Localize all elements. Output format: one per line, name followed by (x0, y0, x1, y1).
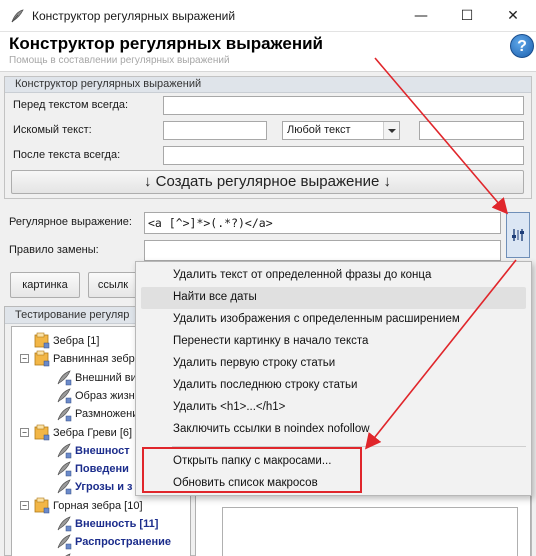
feather-app-icon (11, 9, 24, 23)
tree-node-label: Внешност (75, 444, 130, 457)
menu-item[interactable]: Перенести картинку в начало текста (141, 331, 526, 353)
tree-node-label: Зебра [1] (53, 335, 100, 347)
article-icon (57, 388, 72, 404)
macros-button[interactable] (506, 212, 530, 258)
collapse-toggle-icon[interactable]: − (20, 500, 29, 510)
menu-item[interactable]: Удалить текст от определенной фразы до к… (141, 265, 526, 287)
before-text-label: Перед текстом всегда: (13, 99, 129, 111)
regex-label: Регулярное выражение: (9, 216, 132, 228)
links-button[interactable]: ссылк (88, 272, 138, 298)
folder-icon (34, 497, 50, 513)
folder-icon (34, 350, 50, 367)
create-regex-button[interactable]: ↓ Создать регулярное выражение ↓ (11, 170, 524, 194)
builder-group-title: Конструктор регулярных выражений (5, 77, 531, 93)
search-type-select[interactable]: Любой текст (282, 121, 400, 140)
before-text-input[interactable] (163, 96, 524, 115)
article-icon (57, 516, 72, 532)
regex-input[interactable]: <a [^>]*>(.*?)</a> (144, 212, 501, 234)
page-subtitle: Помощь в составлении регулярных выражени… (9, 55, 230, 66)
collapse-toggle-icon[interactable]: − (20, 427, 29, 437)
tree-node-label: Образ жизн (75, 389, 135, 402)
menu-item[interactable]: Удалить <h1>...</h1> (141, 397, 526, 419)
chevron-down-icon[interactable] (383, 122, 399, 139)
sliders-icon (512, 229, 524, 241)
search-text-label: Искомый текст: (13, 124, 92, 136)
tree-node-label: Внешний ви (75, 371, 137, 384)
tree-node-label: Горная зебра [10] (53, 499, 143, 512)
picture-button[interactable]: картинка (10, 272, 80, 298)
window-title: Конструктор регулярных выражений (32, 9, 236, 23)
tree-node-label: Поведени (75, 463, 129, 476)
tree-node-label: Размножени (75, 408, 139, 421)
replace-input[interactable] (144, 240, 501, 261)
tree-node-label: Угрозы и з (75, 481, 133, 494)
tree-node-label: Распространение (75, 536, 171, 549)
menu-item[interactable]: Удалить первую строку статьи (141, 353, 526, 375)
help-icon[interactable]: ? (510, 34, 534, 58)
search-extra-input[interactable] (419, 121, 524, 140)
tree-node[interactable]: Распространение (12, 532, 190, 552)
menu-item[interactable]: Удалить последнюю строку статьи (141, 375, 526, 397)
search-text-input[interactable] (163, 121, 267, 140)
maximize-button[interactable]: ☐ (444, 0, 490, 32)
article-icon (57, 370, 72, 385)
menu-item[interactable]: Найти все даты (141, 287, 526, 309)
search-type-value: Любой текст (287, 124, 351, 136)
article-icon (57, 479, 72, 495)
article-icon (57, 461, 72, 477)
after-text-input[interactable] (163, 146, 524, 165)
collapse-toggle-icon[interactable]: − (20, 354, 29, 364)
minimize-button[interactable]: — (398, 0, 444, 32)
page-title: Конструктор регулярных выражений (9, 34, 324, 53)
folder-icon (34, 332, 50, 349)
dialog-header: Конструктор регулярных выражений Помощь … (0, 32, 536, 72)
article-icon (57, 534, 72, 550)
menu-item[interactable]: Удалить изображения с определенным расши… (141, 309, 526, 331)
tree-node-label: Зебра Греви [6] (53, 426, 133, 439)
close-button[interactable]: ✕ (490, 0, 536, 32)
replace-label: Правило замены: (9, 244, 99, 256)
menu-item[interactable]: Заключить ссылки в noindex nofollow (141, 419, 526, 441)
window-titlebar: Конструктор регулярных выражений — ☐ ✕ (0, 0, 536, 32)
article-icon (64, 553, 71, 556)
tree-node[interactable]: − Горная зебра [10] (12, 496, 190, 516)
test-output-inner[interactable] (222, 507, 518, 556)
article-icon (57, 443, 72, 459)
article-icon (57, 406, 72, 422)
tree-node-label: Равнинная зебр (53, 353, 135, 366)
folder-icon (34, 424, 50, 440)
after-text-label: После текста всегда: (13, 149, 121, 161)
tree-node[interactable]: Поведение [13] (12, 551, 190, 556)
tree-node[interactable]: Внешность [11] (12, 514, 190, 534)
tree-node-label: Внешность [11] (75, 518, 159, 530)
annotation-highlight-box (142, 447, 362, 493)
